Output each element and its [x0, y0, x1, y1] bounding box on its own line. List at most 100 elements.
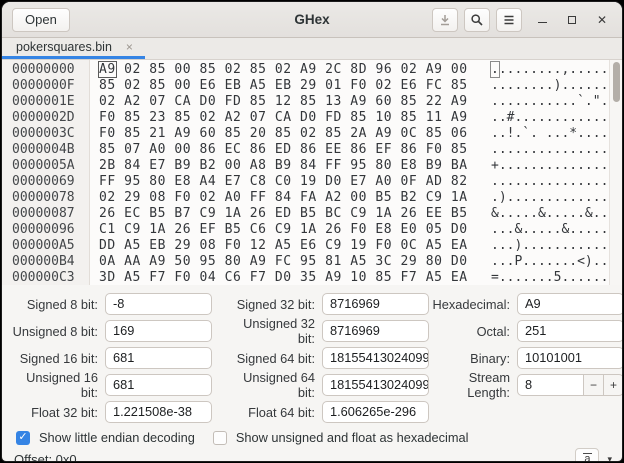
- conversion-field: Float 64 bit:1.606265e-296: [226, 401, 429, 423]
- scrollbar-thumb[interactable]: [613, 62, 620, 102]
- offset-value: 00000000: [12, 62, 89, 78]
- offset-value: 0000001E: [12, 94, 89, 110]
- maximize-button[interactable]: [562, 10, 582, 30]
- chevron-down-icon[interactable]: ▾: [607, 454, 612, 463]
- stepper-minus-button[interactable]: −: [584, 374, 604, 396]
- hex-row[interactable]: 85 07 A0 00 86 EC 86 ED 86 EE 86 EF 86 F…: [99, 142, 483, 158]
- options-row: ✓ Show little endian decoding Show unsig…: [2, 423, 622, 445]
- ascii-cursor[interactable]: .: [491, 62, 499, 77]
- ascii-row[interactable]: =.......5......: [491, 270, 609, 286]
- offset-value: 00000087: [12, 206, 89, 222]
- field-value-input[interactable]: -8: [105, 293, 212, 315]
- field-label: Signed 32 bit:: [226, 297, 322, 312]
- hex-row[interactable]: 3D A5 F7 F0 04 C6 F7 D0 35 A9 10 85 F7 A…: [99, 270, 483, 286]
- close-icon: ✕: [597, 13, 607, 27]
- stepper-plus-button[interactable]: +: [604, 374, 623, 396]
- ascii-row[interactable]: ...............: [491, 174, 609, 190]
- field-label: Binary:: [429, 351, 517, 366]
- ascii-row[interactable]: +..............: [491, 158, 609, 174]
- offset-value: 000000C3: [12, 270, 89, 286]
- field-value-input[interactable]: 681: [105, 374, 212, 396]
- hex-row[interactable]: 02 29 08 F0 02 A0 FF 84 FA A2 00 B5 B2 C…: [99, 190, 483, 206]
- insert-mode-icon: a: [583, 453, 591, 462]
- ascii-row[interactable]: ..!.`. ...*....: [491, 126, 609, 142]
- maximize-icon: [568, 16, 576, 24]
- field-value-input[interactable]: 181554130240996: [322, 374, 429, 396]
- ascii-row[interactable]: .).............: [491, 190, 609, 206]
- hex-row[interactable]: 02 A2 07 CA D0 FD 85 12 85 13 A9 60 85 2…: [99, 94, 483, 110]
- field-label: Octal:: [429, 324, 517, 339]
- offset-value: 0000005A: [12, 158, 89, 174]
- conversions-column-3: Hexadecimal:A9Octal:251Binary:10101001St…: [429, 293, 623, 423]
- insert-mode-button[interactable]: a: [575, 448, 599, 462]
- field-label: Unsigned 32 bit:: [226, 316, 322, 346]
- field-value-input[interactable]: A9: [517, 293, 623, 315]
- hex-row[interactable]: F0 85 21 A9 60 85 20 85 02 85 2A A9 0C 8…: [99, 126, 483, 142]
- ascii-row[interactable]: ...............: [491, 142, 609, 158]
- scrollbar[interactable]: [609, 60, 622, 285]
- hex-column[interactable]: A9 02 85 00 85 02 85 02 A9 2C 8D 96 02 A…: [90, 60, 483, 285]
- conversion-field: Unsigned 8 bit:169: [8, 320, 212, 342]
- ascii-row[interactable]: ........)......: [491, 78, 609, 94]
- offset-status: Offset: 0x0: [14, 452, 77, 463]
- conversion-field: Unsigned 16 bit:681: [8, 374, 212, 396]
- open-button[interactable]: Open: [12, 8, 70, 32]
- field-value-input[interactable]: 8716969: [322, 293, 429, 315]
- little-endian-label[interactable]: Show little endian decoding: [39, 430, 195, 445]
- hex-cursor[interactable]: A9: [99, 62, 116, 77]
- ascii-row[interactable]: .........,.....: [491, 62, 609, 78]
- tab-pokersquares[interactable]: pokersquares.bin ×: [2, 38, 145, 59]
- little-endian-checkbox[interactable]: ✓: [16, 431, 30, 445]
- conversion-field: Float 32 bit:1.221508e-38: [8, 401, 212, 423]
- conversion-field: Signed 64 bit:181554130240996: [226, 347, 429, 369]
- offset-value: 000000B4: [12, 254, 89, 270]
- field-value-input[interactable]: 181554130240996: [322, 347, 429, 369]
- ascii-row[interactable]: ...........`.".: [491, 94, 609, 110]
- hamburger-menu-icon: [503, 14, 515, 26]
- offset-value: 00000069: [12, 174, 89, 190]
- ascii-row[interactable]: ...)...........: [491, 238, 609, 254]
- ascii-column[interactable]: .........,.............)................…: [483, 60, 609, 285]
- menu-button[interactable]: [496, 8, 522, 32]
- conversion-field: Hexadecimal:A9: [429, 293, 623, 315]
- tab-label: pokersquares.bin: [16, 40, 112, 54]
- hex-display-label[interactable]: Show unsigned and float as hexadecimal: [236, 430, 469, 445]
- offset-column: 000000000000000F0000001E0000002D0000003C…: [2, 60, 90, 285]
- field-value-input[interactable]: 681: [105, 347, 212, 369]
- hex-row[interactable]: 26 EC B5 B7 C9 1A 26 ED B5 BC C9 1A 26 E…: [99, 206, 483, 222]
- tab-close-icon[interactable]: ×: [126, 41, 133, 53]
- hex-editor: 000000000000000F0000001E0000002D0000003C…: [2, 60, 622, 285]
- ascii-row[interactable]: ..#............: [491, 110, 609, 126]
- field-value-input[interactable]: 169: [105, 320, 212, 342]
- hex-row[interactable]: C1 C9 1A 26 EF B5 C6 C9 1A 26 F0 E8 E0 0…: [99, 222, 483, 238]
- field-value-input[interactable]: 1.606265e-296: [322, 401, 429, 423]
- ascii-row[interactable]: ...P.......<)..: [491, 254, 609, 270]
- hex-row[interactable]: FF 95 80 E8 A4 E7 C8 C0 19 D0 E7 A0 0F A…: [99, 174, 483, 190]
- offset-value: 0000003C: [12, 126, 89, 142]
- hex-row[interactable]: A9 02 85 00 85 02 85 02 A9 2C 8D 96 02 A…: [99, 62, 483, 78]
- ascii-row[interactable]: ...&.....&.....: [491, 222, 609, 238]
- hex-row[interactable]: 2B 84 E7 B9 B2 00 A8 B9 84 FF 95 80 E8 B…: [99, 158, 483, 174]
- hex-row[interactable]: F0 85 23 85 02 A2 07 CA D0 FD 85 10 85 1…: [99, 110, 483, 126]
- hex-row[interactable]: 85 02 85 00 E6 EB A5 EB 29 01 F0 02 E6 F…: [99, 78, 483, 94]
- search-button[interactable]: [464, 8, 490, 32]
- conversion-field: Signed 16 bit:681: [8, 347, 212, 369]
- field-value-input[interactable]: 251: [517, 320, 623, 342]
- conversion-field: Binary:10101001: [429, 347, 623, 369]
- field-label: Signed 64 bit:: [226, 351, 322, 366]
- field-value-input[interactable]: 10101001: [517, 347, 623, 369]
- ghex-window: Open GHex: [1, 1, 623, 462]
- save-button[interactable]: [432, 8, 458, 32]
- conversion-field: Signed 8 bit:-8: [8, 293, 212, 315]
- offset-value: 000000A5: [12, 238, 89, 254]
- minimize-button[interactable]: [532, 10, 552, 30]
- stream-length-input[interactable]: 8: [517, 374, 584, 396]
- hex-row[interactable]: 0A AA A9 50 95 80 A9 FC 95 81 A5 3C 29 8…: [99, 254, 483, 270]
- field-label: Hexadecimal:: [429, 297, 517, 312]
- field-value-input[interactable]: 8716969: [322, 320, 429, 342]
- field-value-input[interactable]: 1.221508e-38: [105, 401, 212, 423]
- close-button[interactable]: ✕: [592, 10, 612, 30]
- ascii-row[interactable]: &.....&.....&..: [491, 206, 609, 222]
- hex-row[interactable]: DD A5 EB 29 08 F0 12 A5 E6 C9 19 F0 0C A…: [99, 238, 483, 254]
- hex-display-checkbox[interactable]: [213, 431, 227, 445]
